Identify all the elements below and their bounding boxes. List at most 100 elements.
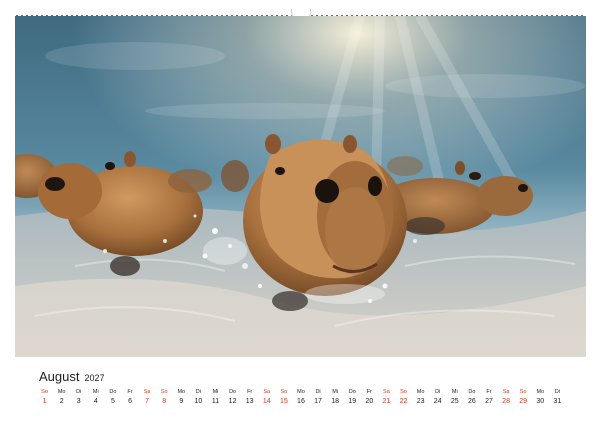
- day-cell: Mi 18: [327, 388, 344, 408]
- day-cell: Di 24: [429, 388, 446, 408]
- day-of-week: Mi: [451, 389, 458, 395]
- day-number: 19: [348, 398, 357, 405]
- day-number: 4: [93, 398, 98, 405]
- day-cell: Mo 2: [53, 388, 70, 408]
- year: 2027: [84, 373, 105, 383]
- day-of-week: Do: [109, 389, 117, 395]
- day-cell: Do 26: [463, 388, 480, 408]
- day-of-week: So: [519, 389, 527, 395]
- day-of-week: Di: [76, 389, 82, 395]
- day-number: 27: [485, 398, 493, 405]
- day-of-week: Sa: [263, 389, 271, 395]
- day-cell: Mi 11: [207, 388, 224, 408]
- day-cell: Di 17: [310, 388, 327, 408]
- day-cell: Sa 28: [498, 388, 515, 408]
- day-of-week: Mi: [92, 389, 99, 395]
- day-of-week: Mo: [297, 389, 305, 395]
- day-number: 30: [536, 398, 545, 405]
- day-number: 13: [245, 398, 254, 405]
- day-of-week: Di: [435, 389, 441, 395]
- day-number: 2: [59, 398, 64, 405]
- day-number: 15: [279, 398, 288, 405]
- day-cell: Sa 7: [139, 388, 156, 408]
- day-number: 5: [110, 398, 115, 405]
- day-of-week: Mi: [332, 389, 339, 395]
- day-of-week: Sa: [383, 389, 390, 395]
- day-of-week: Do: [468, 389, 476, 395]
- day-of-week: Di: [315, 389, 321, 395]
- day-cell: Fr 20: [361, 388, 378, 408]
- calendar-strip: August 2027 So 1 Mo 2 Di 3 Mi 4 Do 5 Fr 6 Sa 7 So 8 Mo 9 D…: [15, 357, 586, 417]
- capybara-photo-illustration: [15, 16, 586, 357]
- day-number: 21: [382, 398, 391, 405]
- day-cell: Fr 6: [121, 388, 138, 408]
- day-of-week: Do: [348, 389, 356, 395]
- day-cell: So 1: [36, 388, 53, 408]
- day-cell: Mo 16: [292, 388, 309, 408]
- day-cell: So 8: [156, 388, 173, 408]
- day-cell: Do 19: [344, 388, 361, 408]
- day-of-week: So: [280, 389, 288, 395]
- day-cell: So 29: [515, 388, 532, 408]
- day-of-week: Fr: [366, 389, 372, 395]
- day-cell: So 22: [395, 388, 412, 408]
- day-number: 23: [416, 398, 425, 405]
- day-cell: Fr 13: [241, 388, 258, 408]
- day-number: 3: [76, 398, 81, 405]
- day-cell: Sa 21: [378, 388, 395, 408]
- day-number: 8: [162, 398, 167, 405]
- day-cell: Mi 25: [446, 388, 463, 408]
- calendar-photo: [15, 16, 586, 357]
- day-of-week: Mo: [536, 389, 545, 395]
- day-number: 17: [314, 398, 322, 405]
- day-of-week: Mo: [177, 389, 186, 395]
- day-cell: Sa 14: [258, 388, 275, 408]
- day-of-week: Fr: [247, 389, 253, 395]
- day-number: 25: [450, 398, 459, 405]
- month-name: August: [39, 369, 80, 384]
- day-cell: Mo 23: [412, 388, 429, 408]
- calendar-page: August 2027 So 1 Mo 2 Di 3 Mi 4 Do 5 Fr 6 Sa 7 So 8 Mo 9 D…: [0, 0, 600, 432]
- day-cell: Di 10: [190, 388, 207, 408]
- day-number: 20: [365, 398, 374, 405]
- day-number: 6: [128, 398, 132, 405]
- day-number: 28: [502, 398, 510, 405]
- day-of-week: Sa: [502, 389, 510, 395]
- day-of-week: Mo: [57, 389, 66, 395]
- day-number: 29: [519, 398, 528, 405]
- day-of-week: Di: [554, 389, 560, 395]
- day-of-week: So: [400, 389, 407, 395]
- day-cell: Di 3: [70, 388, 87, 408]
- day-cell: Do 5: [104, 388, 121, 408]
- day-of-week: So: [41, 389, 48, 395]
- day-number: 16: [297, 398, 305, 405]
- day-number: 22: [399, 398, 408, 405]
- day-number: 18: [331, 398, 340, 405]
- day-of-week: Fr: [127, 389, 133, 395]
- day-number: 24: [433, 398, 442, 405]
- day-of-week: Di: [195, 389, 201, 395]
- day-of-week: Mi: [212, 389, 219, 395]
- day-cell: Fr 27: [480, 388, 497, 408]
- day-cell: Di 31: [549, 388, 566, 408]
- day-of-week: Fr: [486, 389, 492, 395]
- day-number: 9: [179, 398, 184, 405]
- day-of-week: Mo: [416, 389, 425, 395]
- day-number: 7: [145, 398, 150, 405]
- day-cell: So 15: [275, 388, 292, 408]
- day-cell: Do 12: [224, 388, 241, 408]
- day-cell: Mi 4: [87, 388, 104, 408]
- day-number: 14: [262, 398, 271, 405]
- day-of-week: Sa: [143, 389, 151, 395]
- day-number: 1: [42, 398, 47, 405]
- day-of-week: So: [160, 389, 168, 395]
- day-cell: Mo 30: [532, 388, 549, 408]
- day-number: 11: [211, 398, 220, 405]
- day-number: 31: [553, 398, 562, 405]
- day-of-week: Do: [229, 389, 237, 395]
- day-cell: Mo 9: [173, 388, 190, 408]
- day-number: 12: [228, 398, 237, 405]
- month-title: August 2027: [39, 369, 105, 384]
- days-row: So 1 Mo 2 Di 3 Mi 4 Do 5 Fr 6 Sa 7 So 8 Mo 9 Di 10 Mi 11 Do 12 F…: [36, 388, 566, 408]
- day-number: 26: [467, 398, 476, 405]
